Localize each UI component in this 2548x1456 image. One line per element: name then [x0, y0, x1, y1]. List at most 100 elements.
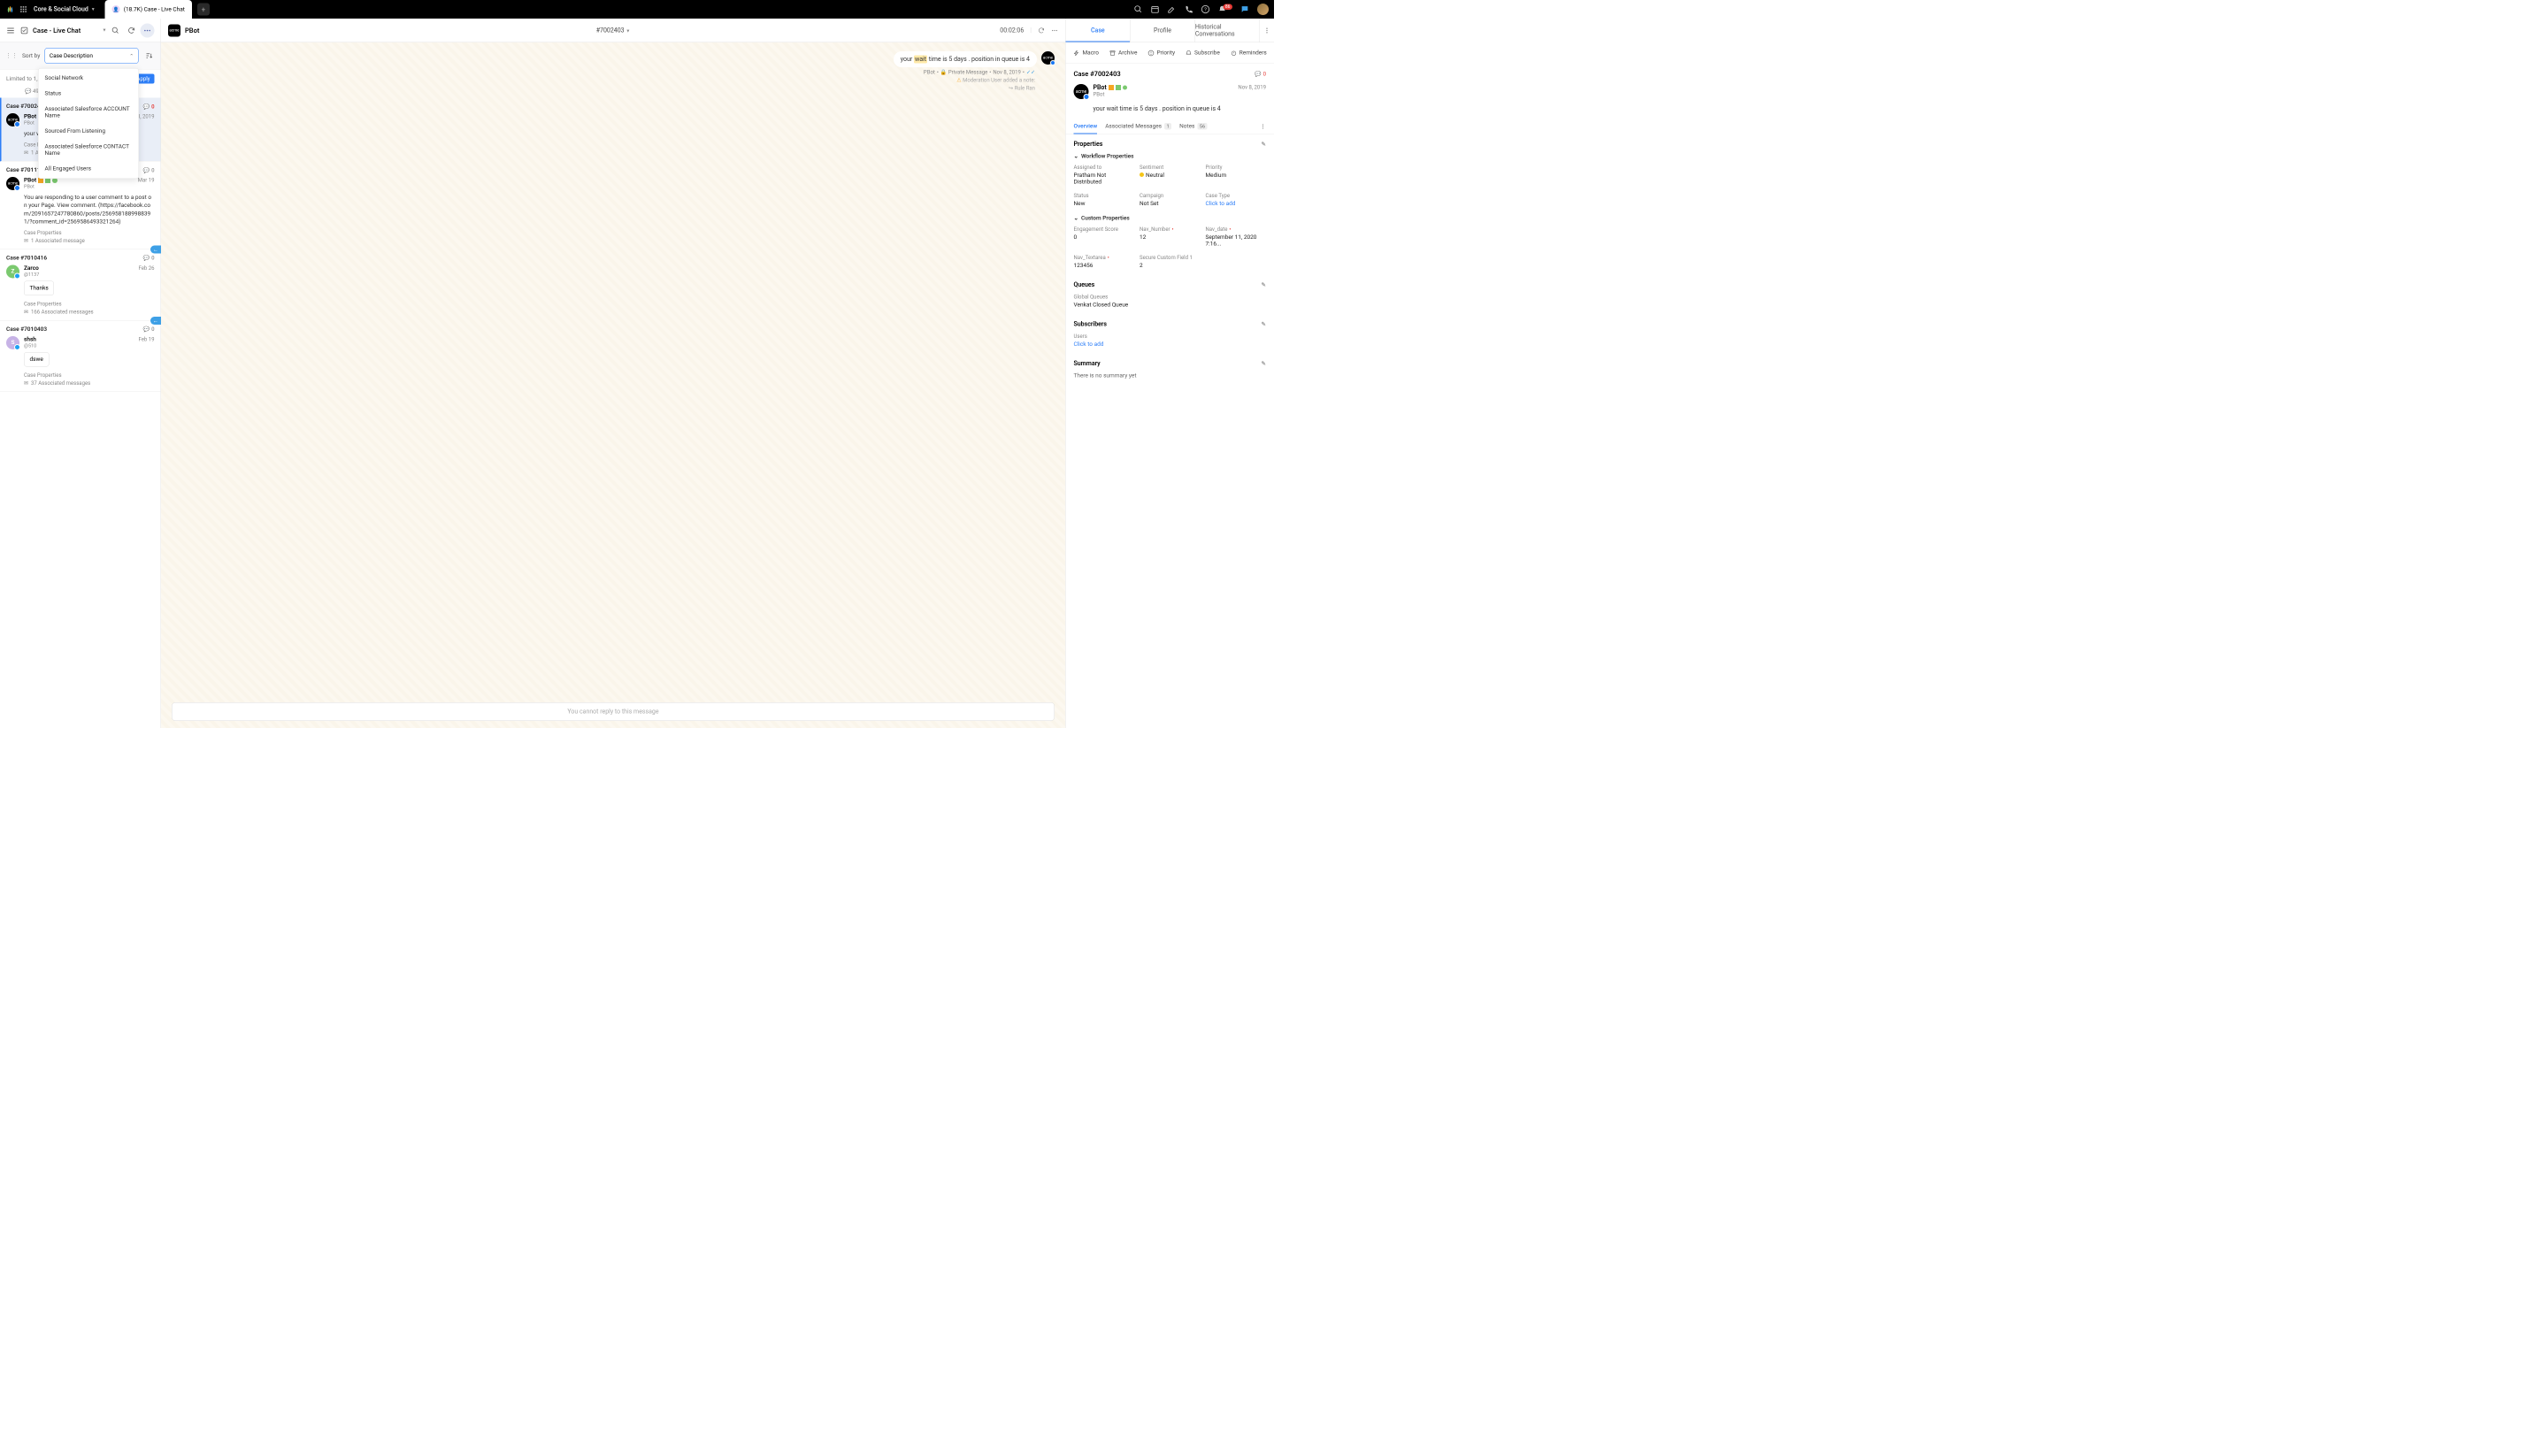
workspace-selector[interactable]: Core & Social Cloud: [34, 6, 88, 13]
tab-avatar-icon: 👤: [112, 5, 120, 13]
user-avatar[interactable]: [1257, 4, 1269, 15]
subscribers-heading: Subscribers: [1074, 321, 1108, 328]
nav-textarea[interactable]: 123456: [1074, 263, 1135, 270]
limited-text: Limited to 1,: [6, 75, 38, 82]
chat-icon[interactable]: [1240, 5, 1249, 14]
sort-option[interactable]: All Engaged Users: [39, 161, 139, 177]
case-properties-link[interactable]: Case Properties: [24, 229, 155, 235]
notification-count: 86: [1223, 4, 1232, 10]
associated-messages[interactable]: ✉ 37 Associated messages: [24, 379, 155, 386]
workflow-toggle[interactable]: ⌄Workflow Properties: [1074, 153, 1267, 160]
edit-subscribers-icon[interactable]: ✎: [1262, 321, 1266, 328]
edit-queues-icon[interactable]: ✎: [1262, 281, 1266, 288]
case-author-sub: PBot: [1094, 91, 1234, 97]
queues-heading: Queues: [1074, 281, 1095, 288]
case-date: Feb 19: [138, 336, 154, 342]
rule-ran-note: ↪ Rule Ran: [172, 85, 1035, 91]
case-number-header[interactable]: #7002403 ▼: [596, 27, 631, 34]
campaign-value[interactable]: Not Set: [1140, 201, 1201, 208]
custom-toggle[interactable]: ⌄Custom Properties: [1074, 215, 1267, 222]
case-list-item[interactable]: Case #7010403💬 0 S shsh @510 Feb 19 dswe…: [0, 320, 161, 392]
sort-option[interactable]: Status: [39, 86, 139, 102]
sort-option[interactable]: Social Network: [39, 71, 139, 87]
new-tab-button[interactable]: +: [197, 4, 210, 16]
casetype-value[interactable]: Click to add: [1206, 201, 1267, 208]
title-chevron-icon[interactable]: ▼: [103, 28, 107, 34]
case-comment-count: 💬 0: [1255, 71, 1266, 77]
tab-case[interactable]: Case: [1066, 19, 1131, 42]
sort-dropdown-menu: Social Network Status Associated Salesfo…: [38, 68, 139, 179]
sort-dropdown[interactable]: Case Description ⌃: [44, 48, 138, 64]
search-queue-icon[interactable]: [109, 23, 123, 37]
macro-action[interactable]: Macro: [1069, 47, 1104, 59]
chevron-down-icon: ⌄: [1074, 215, 1078, 222]
queues-label: Global Queues: [1074, 294, 1267, 300]
case-properties-link[interactable]: Case Properties: [24, 301, 155, 307]
sprinklr-logo[interactable]: [5, 4, 15, 14]
timer: 00:02:06: [1000, 27, 1024, 34]
more-icon[interactable]: [1051, 27, 1058, 34]
case-preview: Thanks: [24, 280, 54, 295]
sort-direction-button[interactable]: [143, 50, 156, 62]
priority-action[interactable]: Priority: [1142, 47, 1180, 59]
edit-summary-icon[interactable]: ✎: [1262, 360, 1266, 367]
associated-messages[interactable]: ✉ 1 Associated message: [24, 237, 155, 243]
summary-heading: Summary: [1074, 360, 1101, 367]
menu-icon[interactable]: [6, 26, 15, 34]
subscribe-action[interactable]: Subscribe: [1180, 47, 1225, 59]
archive-action[interactable]: Archive: [1104, 47, 1143, 59]
status-value[interactable]: New: [1074, 201, 1135, 208]
tabs-more-icon[interactable]: [1260, 119, 1266, 134]
drag-handle-icon[interactable]: ⋮⋮: [5, 52, 18, 59]
help-icon[interactable]: ?: [1201, 5, 1209, 14]
comment-count: 💬 0: [143, 255, 155, 261]
queue-title: Case - Live Chat: [33, 27, 101, 34]
case-properties-link[interactable]: Case Properties: [24, 372, 155, 378]
nav-number[interactable]: 12: [1140, 234, 1201, 241]
priority-value[interactable]: Medium: [1206, 172, 1267, 180]
sort-option[interactable]: Associated Salesforce CONTACT Name: [39, 139, 139, 161]
sort-option[interactable]: Associated Salesforce ACCOUNT Name: [39, 102, 139, 124]
phone-icon[interactable]: [1184, 5, 1193, 14]
apps-grid-icon[interactable]: [19, 5, 27, 13]
select-all-checkbox[interactable]: [20, 27, 28, 34]
tab-historical[interactable]: Historical Conversations: [1195, 19, 1260, 42]
nav-date[interactable]: September 11, 2020 7:16...: [1206, 234, 1267, 248]
bot-name: PBot: [185, 27, 199, 34]
tab-associated-messages[interactable]: Associated Messages1: [1105, 119, 1171, 134]
engagement-score[interactable]: 0: [1074, 234, 1135, 241]
associated-messages[interactable]: ✉ 166 Associated messages: [24, 309, 155, 315]
tab-overview[interactable]: Overview: [1074, 119, 1098, 134]
author-handle: @1137: [24, 272, 39, 278]
author-avatar: acme: [6, 177, 19, 190]
queues-value[interactable]: Venkat Closed Queue: [1074, 302, 1267, 309]
assigned-to-value[interactable]: Pratham Not Distributed: [1074, 172, 1135, 186]
edit-icon[interactable]: [1167, 5, 1176, 14]
actions-more-icon[interactable]: [1272, 47, 1274, 59]
refresh-timer-icon[interactable]: [1038, 27, 1045, 34]
tab-more-icon[interactable]: [1260, 27, 1274, 34]
edit-properties-icon[interactable]: ✎: [1262, 141, 1266, 148]
refresh-icon[interactable]: [125, 23, 139, 37]
summary-value: There is no summary yet: [1074, 372, 1267, 379]
tab-profile[interactable]: Profile: [1131, 19, 1195, 42]
author-avatar: acme: [6, 113, 19, 126]
case-date: Nov 8, 2019: [1238, 84, 1266, 99]
tab-notes[interactable]: Notes56: [1179, 119, 1207, 134]
active-tab[interactable]: 👤 (18.7K) Case - Live Chat: [105, 0, 192, 19]
calendar-icon[interactable]: [1150, 5, 1159, 14]
sentiment-value[interactable]: Neutral: [1140, 172, 1201, 180]
case-date: Mar 19: [138, 177, 155, 183]
secure-custom[interactable]: 2: [1140, 263, 1201, 270]
divider: |: [1030, 27, 1032, 34]
subs-value[interactable]: Click to add: [1074, 341, 1267, 349]
more-options-icon[interactable]: [141, 23, 155, 37]
case-list-item[interactable]: Case #7010416💬 0 Z Zarco @1137 Feb 26 Th…: [0, 249, 161, 321]
comment-count: 💬 0: [143, 326, 155, 333]
search-icon[interactable]: [1133, 5, 1142, 14]
reminders-action[interactable]: Reminders: [1225, 47, 1272, 59]
chevron-down-icon: ▼: [91, 7, 96, 12]
sort-option[interactable]: Sourced From Listening: [39, 124, 139, 140]
sort-label: Sort by: [22, 52, 40, 59]
author-avatar: Z: [6, 264, 19, 278]
